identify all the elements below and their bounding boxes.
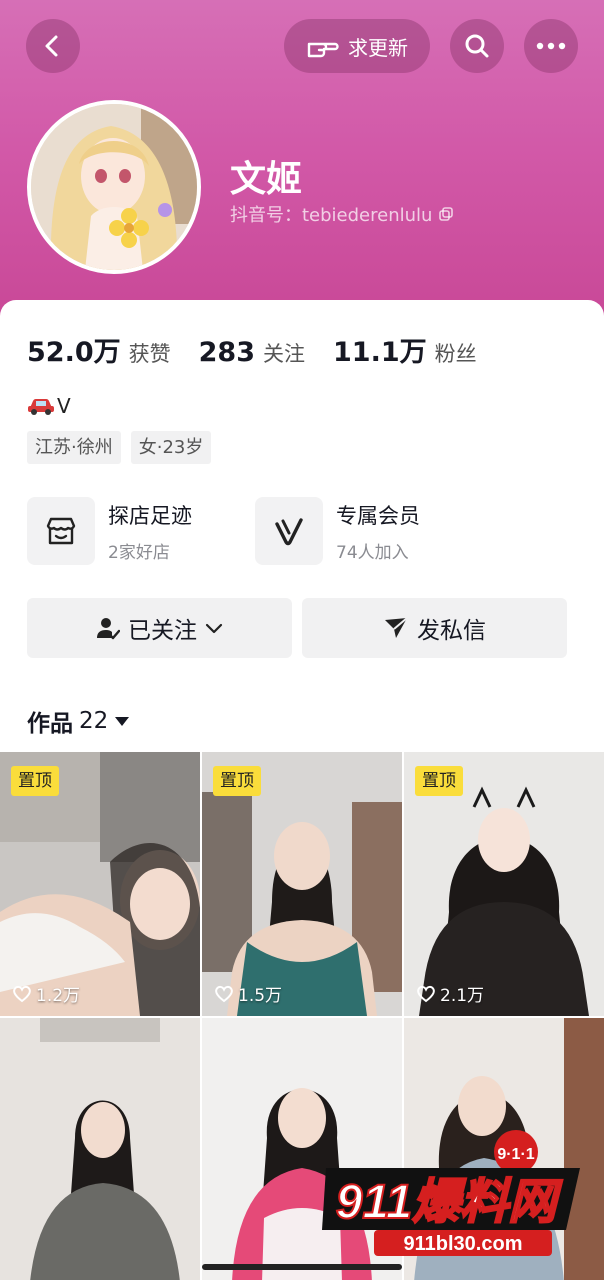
send-icon (385, 617, 408, 638)
likes-count: 52.0万 (27, 337, 121, 368)
heart-icon (417, 985, 435, 1002)
works-count: 22 (79, 708, 109, 734)
hand-point-icon (307, 42, 339, 58)
bio-text: V (57, 394, 71, 418)
avatar-image (31, 104, 197, 270)
back-button[interactable] (26, 19, 80, 73)
followed-button[interactable]: 已关注 (27, 598, 292, 658)
likes-label: 获赞 (128, 342, 171, 366)
chevron-left-icon (45, 35, 58, 57)
pinned-badge: 置顶 (11, 766, 59, 796)
stats-row: 52.0万 获赞 283 关注 11.1万 粉丝 (27, 330, 505, 369)
pinned-badge: 置顶 (415, 766, 463, 796)
feature-subtitle: 74人加入 (336, 542, 409, 563)
like-count-text: 1.5万 (238, 986, 283, 1006)
svg-text:911bl30.com: 911bl30.com (404, 1233, 523, 1255)
send-message-label: 发私信 (417, 618, 486, 644)
caret-down-icon (115, 717, 130, 726)
like-count: 2.1万 (416, 981, 484, 1006)
like-count-text: 2.1万 (440, 986, 485, 1006)
followers-count[interactable]: 11.1万 (333, 330, 427, 369)
car-icon (28, 399, 54, 415)
avatar[interactable] (27, 100, 201, 274)
like-count-text: 1.2万 (36, 986, 81, 1006)
feature-title: 探店足迹 (108, 503, 192, 528)
copy-icon (439, 207, 454, 221)
pinned-badge: 置顶 (213, 766, 261, 796)
more-button[interactable] (524, 19, 578, 73)
feature-icon-box (255, 497, 323, 565)
douyin-id[interactable]: 抖音号：tebiederenlulu (230, 201, 454, 227)
request-update-label: 求更新 (348, 35, 408, 60)
watermark-logo: 9·1·1 911爆料网 911bl30.com (318, 1130, 588, 1260)
request-update-button[interactable]: 求更新 (284, 19, 430, 73)
search-icon (465, 34, 489, 58)
feature-subtitle: 2家好店 (108, 542, 170, 563)
watermark-graphic: 9·1·1 911爆料网 911bl30.com (322, 1130, 580, 1256)
svg-text:911爆料网: 911爆料网 (336, 1176, 564, 1229)
feature-icon-box (27, 497, 95, 565)
tag-location[interactable]: 江苏·徐州 (27, 431, 121, 464)
feature-title: 专属会员 (336, 503, 420, 528)
heart-icon (215, 985, 233, 1002)
video-tile[interactable] (0, 1018, 200, 1280)
chevron-down-icon (205, 623, 223, 634)
followers-label[interactable]: 粉丝 (435, 338, 477, 368)
home-indicator (202, 1264, 402, 1270)
like-count: 1.2万 (12, 981, 80, 1006)
search-button[interactable] (450, 19, 504, 73)
video-thumbnail (0, 1018, 200, 1280)
following-label[interactable]: 关注 (263, 338, 305, 368)
works-tab[interactable]: 作品 22 (27, 704, 130, 738)
more-dots-icon (536, 42, 566, 50)
video-tile[interactable]: 置顶 2.1万 (404, 752, 604, 1016)
followed-label: 已关注 (128, 618, 197, 644)
send-message-button[interactable]: 发私信 (302, 598, 567, 658)
feature-shop-visits[interactable]: 探店足迹 2家好店 (27, 497, 192, 565)
user-check-icon (97, 618, 120, 640)
video-tile[interactable]: 置顶 1.2万 (0, 752, 200, 1016)
following-count[interactable]: 283 (199, 337, 255, 368)
works-label: 作品 (27, 711, 73, 737)
like-count: 1.5万 (214, 981, 282, 1006)
v-member-icon (275, 518, 303, 546)
profile-name: 文姬 (230, 159, 303, 200)
heart-icon (13, 985, 31, 1002)
feature-membership[interactable]: 专属会员 74人加入 (255, 497, 420, 565)
bio: V (27, 394, 71, 418)
tag-gender-age: 女·23岁 (130, 431, 212, 464)
tags-row: 江苏·徐州 女·23岁 (27, 431, 212, 464)
douyin-id-text: 抖音号：tebiederenlulu (230, 205, 433, 226)
video-tile[interactable]: 置顶 1.5万 (202, 752, 402, 1016)
shop-icon (46, 517, 76, 545)
svg-text:9·1·1: 9·1·1 (497, 1146, 534, 1163)
